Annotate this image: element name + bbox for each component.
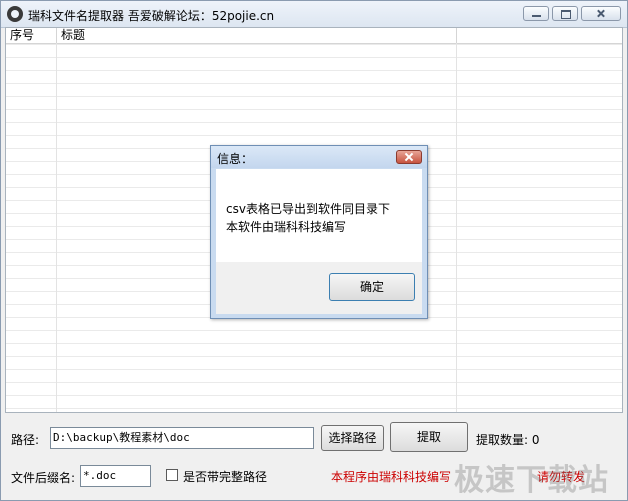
watermark: 极速下载站 — [454, 463, 609, 498]
extension-input[interactable]: *.doc — [80, 465, 151, 487]
dialog-message-line2: 本软件由瑞科科技编写 — [226, 220, 347, 234]
list-header: 序号 标题 — [6, 28, 622, 44]
extension-label: 文件后缀名: — [11, 471, 76, 485]
window-title: 瑞科文件名提取器 吾爱破解论坛：52pojie.cn — [28, 9, 275, 23]
extract-count-label: 提取数量: 0 — [476, 433, 540, 447]
dialog-title-bar[interactable]: 信息： — [211, 146, 427, 168]
dialog-message-line1: csv表格已导出到软件同目录下 — [226, 202, 390, 216]
ok-button[interactable]: 确定 — [329, 273, 415, 301]
info-dialog: 信息： csv表格已导出到软件同目录下 本软件由瑞科科技编写 确定 — [210, 145, 428, 319]
app-icon — [7, 6, 23, 22]
path-input[interactable]: D:\backup\教程素材\doc — [50, 427, 314, 449]
column-divider — [456, 43, 457, 412]
credit-text: 本程序由瑞科科技编写 — [331, 470, 452, 484]
minimize-icon[interactable] — [523, 6, 549, 21]
full-path-checkbox-label[interactable]: 是否带完整路径 — [183, 468, 267, 485]
path-label: 路径: — [11, 433, 40, 447]
column-header-index[interactable]: 序号 — [6, 28, 57, 43]
title-bar[interactable]: 瑞科文件名提取器 吾爱破解论坛：52pojie.cn — [1, 1, 627, 28]
column-divider — [56, 43, 57, 412]
window-controls — [523, 6, 621, 21]
extract-button[interactable]: 提取 — [390, 422, 468, 452]
checkbox-icon[interactable] — [166, 469, 178, 481]
choose-path-button[interactable]: 选择路径 — [321, 425, 384, 451]
maximize-icon[interactable] — [552, 6, 578, 21]
dialog-title: 信息： — [217, 152, 254, 166]
column-header-title[interactable]: 标题 — [57, 28, 457, 43]
dialog-body: csv表格已导出到软件同目录下 本软件由瑞科科技编写 确定 — [216, 169, 422, 314]
dialog-close-icon[interactable] — [396, 150, 422, 164]
dialog-footer: 确定 — [216, 262, 422, 314]
main-window: 瑞科文件名提取器 吾爱破解论坛：52pojie.cn 序号 标题 路径: D:\… — [0, 0, 628, 501]
close-icon[interactable] — [581, 6, 621, 21]
